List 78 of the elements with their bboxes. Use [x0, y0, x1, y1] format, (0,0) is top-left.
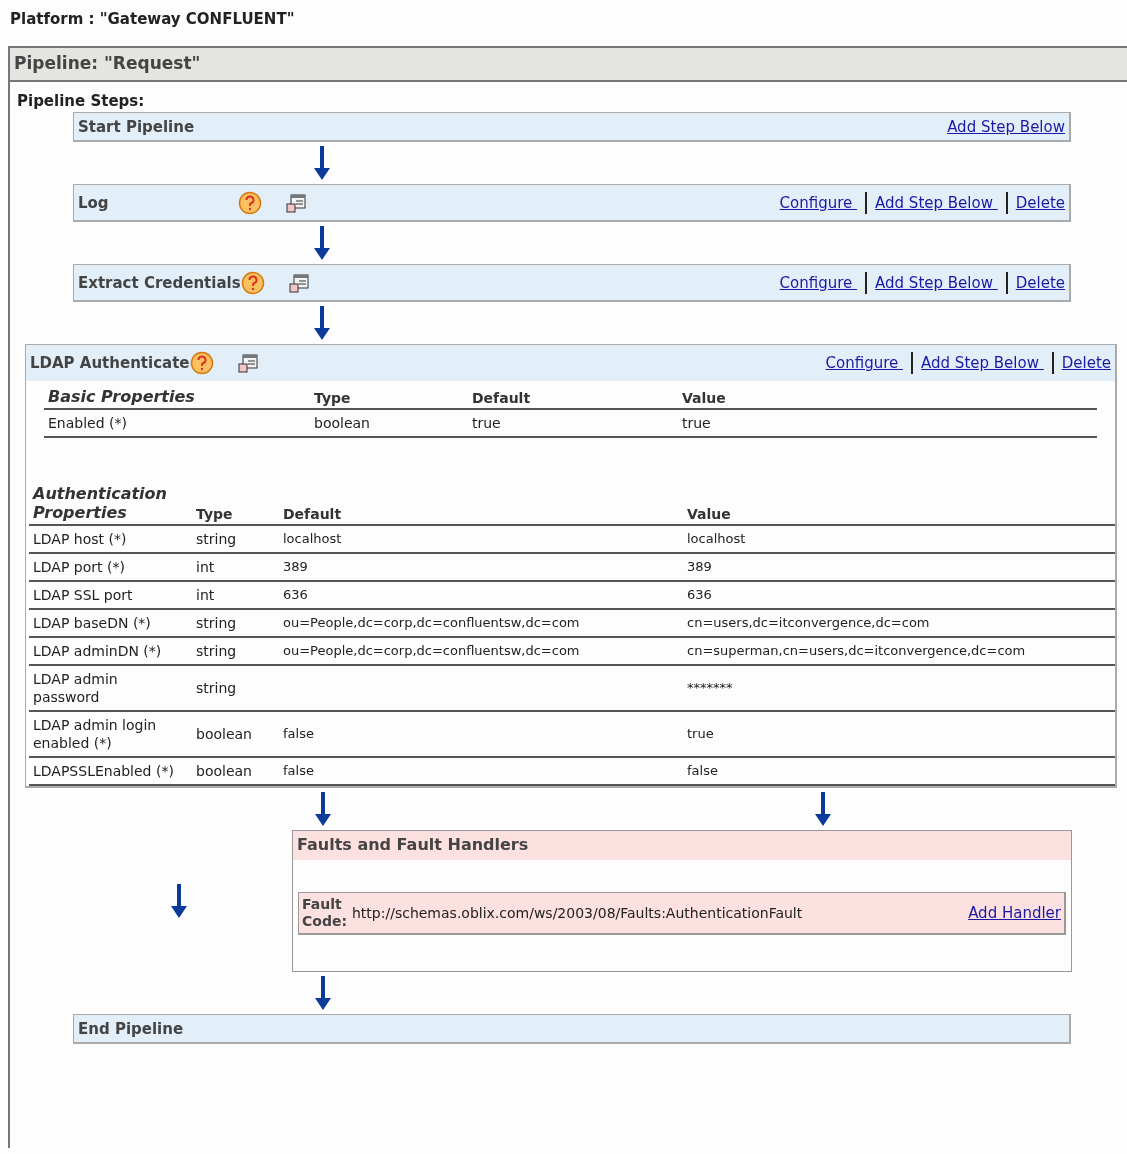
- table-cell: LDAP adminDN (*): [29, 637, 192, 665]
- column-header: Default: [279, 482, 683, 525]
- pipeline-title: Pipeline: "Request": [10, 48, 1127, 82]
- steps-label: Pipeline Steps:: [17, 92, 146, 112]
- column-header: Type: [192, 482, 279, 525]
- down-arrow-icon: [171, 884, 187, 918]
- form-icon[interactable]: [237, 353, 258, 373]
- table-cell: string: [192, 609, 279, 637]
- table-cell: ou=People,dc=corp,dc=confluentsw,dc=com: [279, 637, 683, 665]
- table-cell: false: [683, 757, 1115, 785]
- step-link[interactable]: Delete: [1015, 273, 1065, 292]
- step-link[interactable]: Configure: [825, 354, 904, 372]
- table-cell: false: [279, 757, 683, 785]
- down-arrow-icon: [815, 792, 831, 826]
- column-header: Basic Properties: [44, 385, 310, 409]
- fault-code: http://schemas.oblix.com/ws/2003/08/Faults:AuthenticationFault: [352, 905, 803, 921]
- table-cell: LDAP baseDN (*): [29, 609, 192, 637]
- step-name: Extract Credentials: [78, 273, 241, 292]
- step-name: LDAP Authenticate: [30, 354, 190, 372]
- step-name: End Pipeline: [78, 1019, 184, 1038]
- column-header: Authentication Properties: [29, 482, 192, 525]
- form-icon[interactable]: [286, 192, 306, 213]
- table-cell: boolean: [310, 409, 468, 437]
- table-cell: LDAP port (*): [29, 553, 192, 581]
- column-header: Value: [683, 482, 1115, 525]
- help-icon[interactable]: [238, 190, 262, 215]
- table-cell: 636: [683, 581, 1115, 609]
- table-cell: string: [192, 665, 279, 711]
- table-cell: boolean: [192, 757, 279, 785]
- column-header: Default: [468, 385, 678, 409]
- step-link[interactable]: Delete: [1061, 354, 1111, 372]
- column-header: Value: [678, 385, 1097, 409]
- table-cell: LDAP host (*): [29, 525, 192, 553]
- add-handler-link[interactable]: Add Handler: [968, 904, 1061, 922]
- down-arrow-icon: [315, 792, 331, 826]
- table-cell: string: [192, 525, 279, 553]
- step-name: Log: [78, 193, 110, 212]
- table-cell: string: [192, 637, 279, 665]
- table-cell: int: [192, 553, 279, 581]
- help-icon[interactable]: [189, 351, 214, 375]
- step-link[interactable]: Add Step Below: [947, 117, 1065, 136]
- table-cell: 389: [683, 553, 1115, 581]
- table-cell: true: [468, 409, 678, 437]
- table-cell: LDAPSSLEnabled (*): [29, 757, 192, 785]
- column-header: Type: [310, 385, 468, 409]
- step-link[interactable]: Configure: [779, 193, 858, 212]
- table-cell: LDAP admin login enabled (*): [29, 711, 192, 757]
- table-cell: boolean: [192, 711, 279, 757]
- down-arrow-icon: [315, 976, 331, 1010]
- form-icon[interactable]: [288, 272, 309, 293]
- table-cell: LDAP SSL port: [29, 581, 192, 609]
- table-cell: LDAP admin password: [29, 665, 192, 711]
- down-arrow-icon: [314, 306, 330, 340]
- platform-title: Platform : "Gateway CONFLUENT": [10, 10, 296, 30]
- step-link[interactable]: Add Step Below: [875, 193, 998, 212]
- table-cell: localhost: [279, 525, 683, 553]
- step-link[interactable]: Delete: [1015, 193, 1065, 212]
- faults-title: Faults and Fault Handlers: [293, 831, 1071, 860]
- step-name: Start Pipeline: [78, 117, 195, 136]
- down-arrow-icon: [314, 226, 330, 260]
- fault-label: Fault Code:: [302, 896, 348, 930]
- table-cell: true: [678, 409, 1097, 437]
- table-cell: cn=superman,cn=users,dc=itconvergence,dc=com: [683, 637, 1115, 665]
- table-cell: true: [683, 711, 1115, 757]
- table-cell: int: [192, 581, 279, 609]
- table-cell: localhost: [683, 525, 1115, 553]
- step-link[interactable]: Add Step Below: [921, 354, 1044, 372]
- table-cell: 389: [279, 553, 683, 581]
- table-cell: 636: [279, 581, 683, 609]
- help-icon[interactable]: [240, 270, 265, 295]
- table-cell: false: [279, 711, 683, 757]
- table-cell: ou=People,dc=corp,dc=confluentsw,dc=com: [279, 609, 683, 637]
- step-link[interactable]: Add Step Below: [875, 273, 998, 292]
- table-cell: cn=users,dc=itconvergence,dc=com: [683, 609, 1115, 637]
- table-cell: Enabled (*): [44, 409, 310, 437]
- table-cell: *******: [683, 665, 1115, 711]
- step-link[interactable]: Configure: [779, 273, 858, 292]
- down-arrow-icon: [314, 146, 330, 180]
